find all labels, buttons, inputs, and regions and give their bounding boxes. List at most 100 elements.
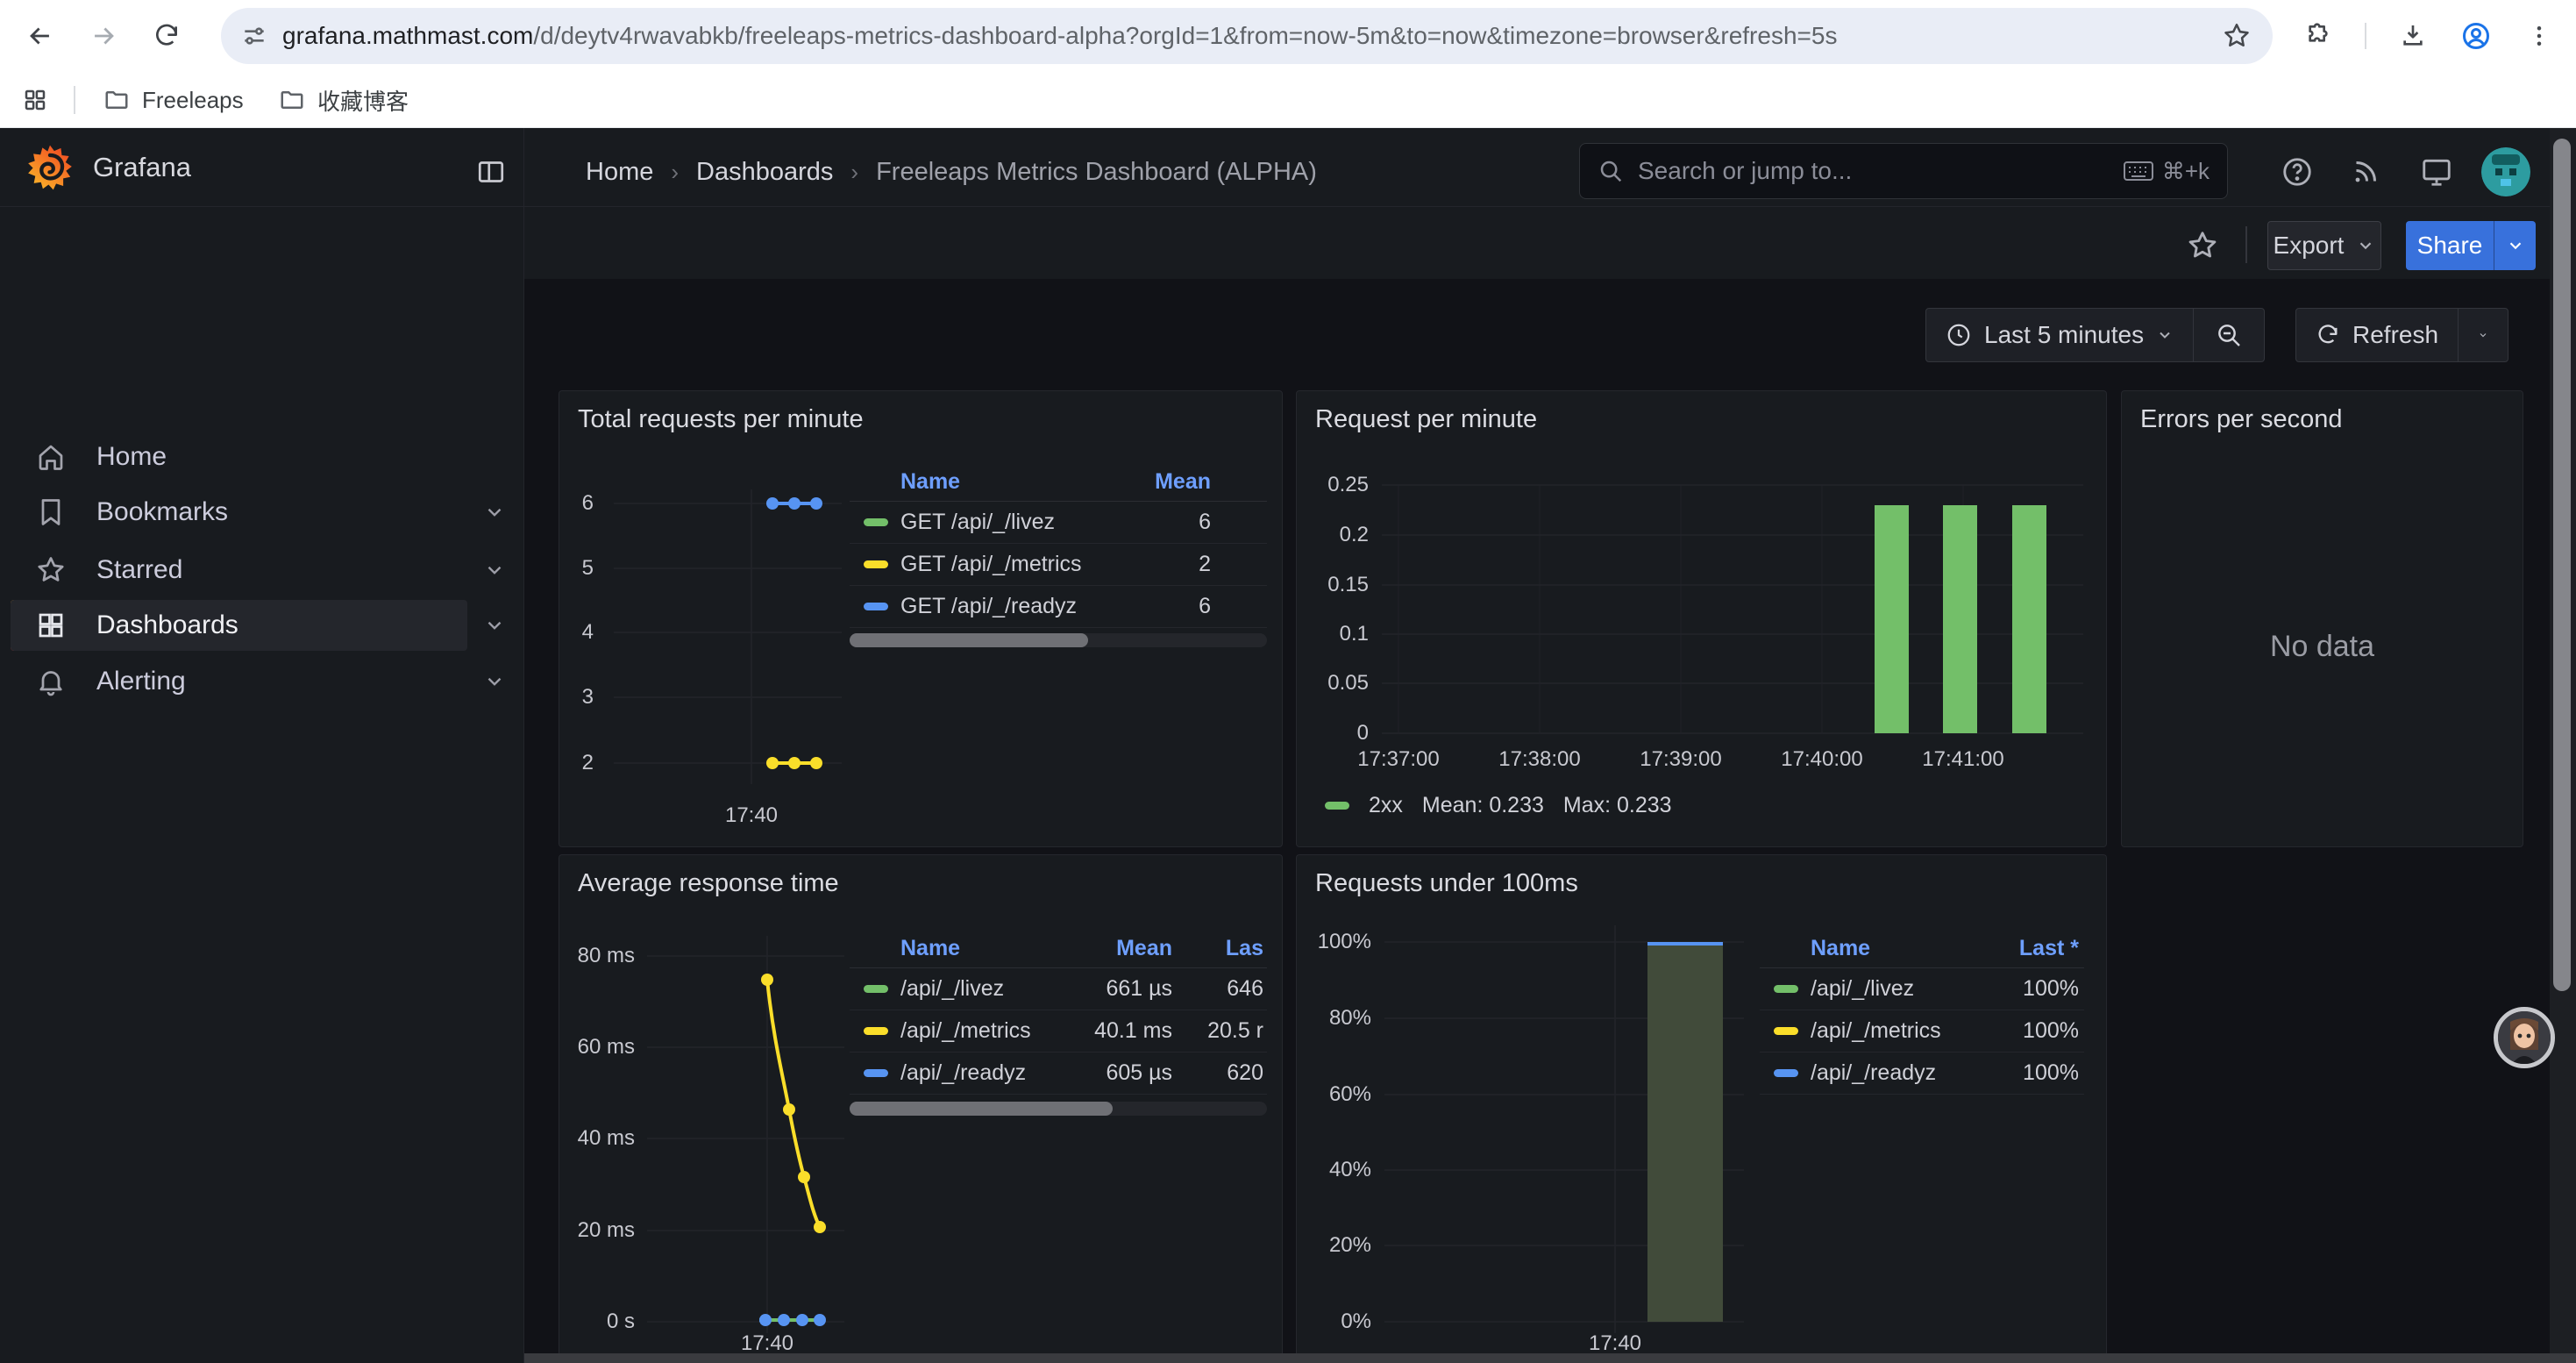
series-swatch-blue[interactable] — [1774, 1069, 1798, 1077]
legend-scrollbar[interactable] — [850, 1102, 1267, 1116]
legend-col-mean[interactable]: Mean — [1106, 469, 1211, 495]
panel-errors-per-second[interactable]: Errors per second No data — [2121, 390, 2523, 847]
series-mean: 40.1 ms — [1067, 1018, 1172, 1044]
forward-icon[interactable] — [82, 15, 125, 57]
x-tick: 17:40 — [1589, 1331, 1641, 1356]
series-name[interactable]: /api/_/readyz — [900, 1060, 1067, 1086]
series-name[interactable]: /api/_/metrics — [900, 1018, 1067, 1044]
news-rss-icon[interactable] — [2341, 147, 2390, 196]
series-name[interactable]: /api/_/readyz — [1811, 1060, 1974, 1086]
breadcrumb-separator: › — [671, 159, 679, 186]
profile-icon[interactable] — [2455, 15, 2497, 57]
legend-col-last[interactable]: Last * — [1974, 936, 2079, 961]
sidebar-toggle-icon[interactable] — [466, 147, 516, 196]
legend-row: /api/_/readyz 605 µs 620 — [850, 1053, 1267, 1095]
legend-row: GET /api/_/readyz 6 — [850, 586, 1267, 628]
favorite-star-icon[interactable] — [2178, 221, 2227, 270]
y-tick: 20% — [1310, 1233, 1371, 1258]
bookmarks-bar: Freeleaps 收藏博客 — [0, 72, 2576, 128]
share-button[interactable]: Share — [2406, 221, 2494, 270]
series-swatch-blue[interactable] — [864, 1069, 888, 1077]
menu-kebab-icon[interactable] — [2518, 15, 2560, 57]
series-name[interactable]: 2xx — [1369, 793, 1403, 818]
screen-share-icon[interactable] — [2412, 147, 2461, 196]
series-swatch-green[interactable] — [864, 985, 888, 993]
series-swatch-yellow[interactable] — [1774, 1027, 1798, 1035]
bookmark-folder-freeleaps[interactable]: Freeleaps — [91, 81, 256, 119]
panel-average-response-time[interactable]: Average response time 80 ms 60 ms 40 ms … — [559, 854, 1283, 1363]
grafana-logo[interactable] — [26, 144, 74, 191]
series-swatch-yellow[interactable] — [864, 560, 888, 568]
legend-row: GET /api/_/metrics 2 — [850, 544, 1267, 586]
series-name[interactable]: GET /api/_/readyz — [900, 594, 1106, 619]
zoom-out-button[interactable] — [2194, 309, 2264, 361]
series-name[interactable]: /api/_/livez — [1811, 976, 1974, 1002]
series-name[interactable]: GET /api/_/livez — [900, 510, 1106, 535]
bookmark-star-icon[interactable] — [2222, 21, 2252, 51]
series-swatch-green[interactable] — [1774, 985, 1798, 993]
refresh-button[interactable]: Refresh — [2296, 309, 2458, 361]
sidebar-item-home[interactable]: Home — [11, 432, 467, 482]
back-icon[interactable] — [19, 15, 61, 57]
user-avatar[interactable] — [2481, 147, 2530, 196]
panel-request-per-minute[interactable]: Request per minute 0.25 0.2 0.15 0.1 0.0… — [1296, 390, 2107, 847]
y-tick: 0 — [1307, 721, 1369, 746]
series-swatch-yellow[interactable] — [864, 1027, 888, 1035]
series-swatch-green[interactable] — [864, 518, 888, 526]
x-tick: 17:39:00 — [1640, 747, 1721, 772]
legend-scrollbar[interactable] — [850, 633, 1267, 647]
url-bar[interactable]: grafana.mathmast.com/d/deytv4rwavabkb/fr… — [221, 8, 2273, 64]
series-last: 646 — [1172, 976, 1263, 1002]
breadcrumb-dashboards[interactable]: Dashboards — [696, 158, 833, 187]
floating-avatar[interactable] — [2494, 1007, 2555, 1068]
refresh-interval-button[interactable] — [2459, 309, 2508, 361]
sidebar-item-dashboards[interactable]: Dashboards — [11, 600, 467, 651]
bookmark-folder-blogs[interactable]: 收藏博客 — [267, 81, 421, 119]
reload-icon[interactable] — [146, 15, 188, 57]
chevron-down-icon[interactable] — [477, 553, 512, 588]
y-tick: 80 ms — [573, 944, 635, 968]
zoom-out-icon — [2215, 321, 2243, 349]
chevron-down-icon[interactable] — [477, 608, 512, 643]
search-input[interactable]: Search or jump to... ⌘+k — [1579, 143, 2228, 199]
bottom-scrollbar[interactable] — [524, 1353, 2576, 1363]
search-icon — [1598, 158, 1624, 184]
legend-col-name[interactable]: Name — [900, 469, 1106, 495]
series-name[interactable]: /api/_/metrics — [1811, 1018, 1974, 1044]
page-scrollbar-thumb[interactable] — [2553, 139, 2571, 991]
legend-col-mean[interactable]: Mean — [1067, 936, 1172, 961]
apps-grid-icon[interactable] — [14, 79, 56, 121]
dashboards-icon — [35, 610, 67, 641]
chevron-down-icon[interactable] — [477, 495, 512, 530]
sidebar-item-label: Home — [96, 442, 167, 472]
extensions-icon[interactable] — [2297, 15, 2339, 57]
series-swatch-green[interactable] — [1325, 802, 1349, 810]
download-icon[interactable] — [2392, 15, 2434, 57]
panel-requests-under-100ms[interactable]: Requests under 100ms 100% 80% 60% 40% 20… — [1296, 854, 2107, 1363]
url-text: grafana.mathmast.com/d/deytv4rwavabkb/fr… — [282, 22, 2222, 50]
legend-scrollbar-thumb[interactable] — [850, 1102, 1113, 1116]
sidebar-item-alerting[interactable]: Alerting — [11, 656, 467, 707]
series-name[interactable]: /api/_/livez — [900, 976, 1067, 1002]
legend-header: Name Mean Las — [850, 930, 1267, 968]
share-label: Share — [2417, 232, 2483, 260]
legend-col-name[interactable]: Name — [1811, 936, 1974, 961]
sidebar-item-starred[interactable]: Starred — [11, 545, 467, 596]
site-settings-icon[interactable] — [240, 22, 268, 50]
panel-total-requests[interactable]: Total requests per minute 6 5 4 3 2 17:4… — [559, 390, 1283, 847]
legend-col-name[interactable]: Name — [900, 936, 1067, 961]
legend-col-last[interactable]: Las — [1172, 936, 1263, 961]
breadcrumb: Home › Dashboards › Freeleaps Metrics Da… — [586, 147, 1317, 196]
series-name[interactable]: GET /api/_/metrics — [900, 552, 1106, 577]
y-tick: 6 — [541, 491, 594, 516]
time-range-picker[interactable]: Last 5 minutes — [1926, 309, 2193, 361]
legend-scrollbar-thumb[interactable] — [850, 633, 1088, 647]
share-menu-button[interactable] — [2494, 221, 2536, 270]
chevron-down-icon[interactable] — [477, 664, 512, 699]
help-icon[interactable] — [2273, 147, 2322, 196]
bookmark-label: 收藏博客 — [317, 84, 409, 117]
sidebar-item-bookmarks[interactable]: Bookmarks — [11, 487, 467, 538]
export-button[interactable]: Export — [2267, 221, 2381, 270]
breadcrumb-home[interactable]: Home — [586, 158, 653, 187]
series-swatch-blue[interactable] — [864, 603, 888, 610]
